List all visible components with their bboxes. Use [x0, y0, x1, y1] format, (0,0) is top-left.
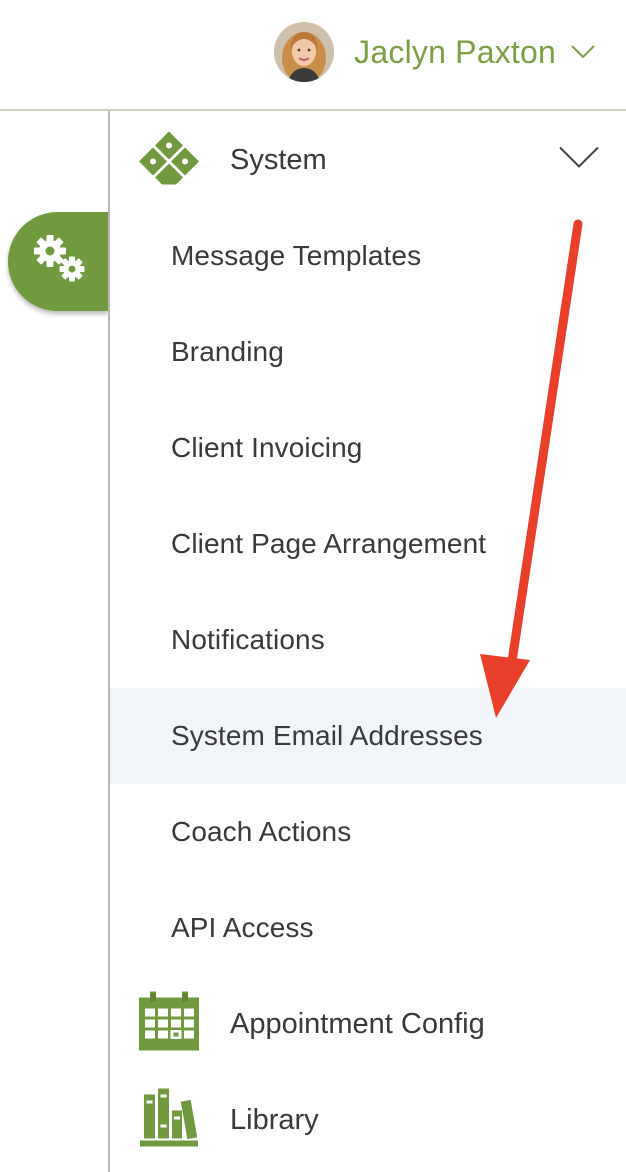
nav-item-label: System Email Addresses — [171, 720, 483, 751]
chevron-down-icon[interactable] — [570, 44, 596, 65]
nav-item-branding[interactable]: Branding — [110, 304, 626, 400]
nav-item-client-page-arrangement[interactable]: Client Page Arrangement — [110, 496, 626, 592]
settings-tab[interactable] — [8, 212, 108, 311]
calendar-icon — [138, 991, 200, 1057]
nav-group-system[interactable]: System — [110, 112, 626, 208]
nav-item-label: Message Templates — [171, 240, 422, 271]
nav-item-label: Branding — [171, 336, 284, 367]
puzzle-icon — [138, 131, 200, 190]
nav-item-label: API Access — [171, 912, 314, 943]
nav-item-system-email-addresses[interactable]: System Email Addresses — [110, 688, 626, 784]
gears-icon — [30, 231, 90, 292]
nav-item-api-access[interactable]: API Access — [110, 880, 626, 976]
nav-item-label: Client Page Arrangement — [171, 528, 487, 559]
nav-item-label: Client Invoicing — [171, 432, 363, 463]
header-divider — [0, 109, 626, 111]
nav-item-client-invoicing[interactable]: Client Invoicing — [110, 400, 626, 496]
user-name[interactable]: Jaclyn Paxton — [354, 34, 556, 71]
nav-item-label: Coach Actions — [171, 816, 352, 847]
header: Jaclyn Paxton — [0, 0, 626, 109]
user-menu[interactable]: Jaclyn Paxton — [274, 22, 596, 82]
nav-group-appointment-config[interactable]: Appointment Config — [110, 976, 626, 1072]
nav-group-label: Appointment Config — [230, 1007, 485, 1040]
avatar — [274, 22, 335, 82]
nav-item-label: Notifications — [171, 624, 325, 655]
nav-group-library[interactable]: Library — [110, 1072, 626, 1168]
chevron-down-icon[interactable] — [558, 145, 600, 176]
nav-group-label: System — [230, 143, 327, 176]
books-icon — [138, 1087, 200, 1154]
nav-item-coach-actions[interactable]: Coach Actions — [110, 784, 626, 880]
nav-group-label: Library — [230, 1103, 319, 1136]
nav-item-message-templates[interactable]: Message Templates — [110, 208, 626, 304]
nav-item-notifications[interactable]: Notifications — [110, 592, 626, 688]
